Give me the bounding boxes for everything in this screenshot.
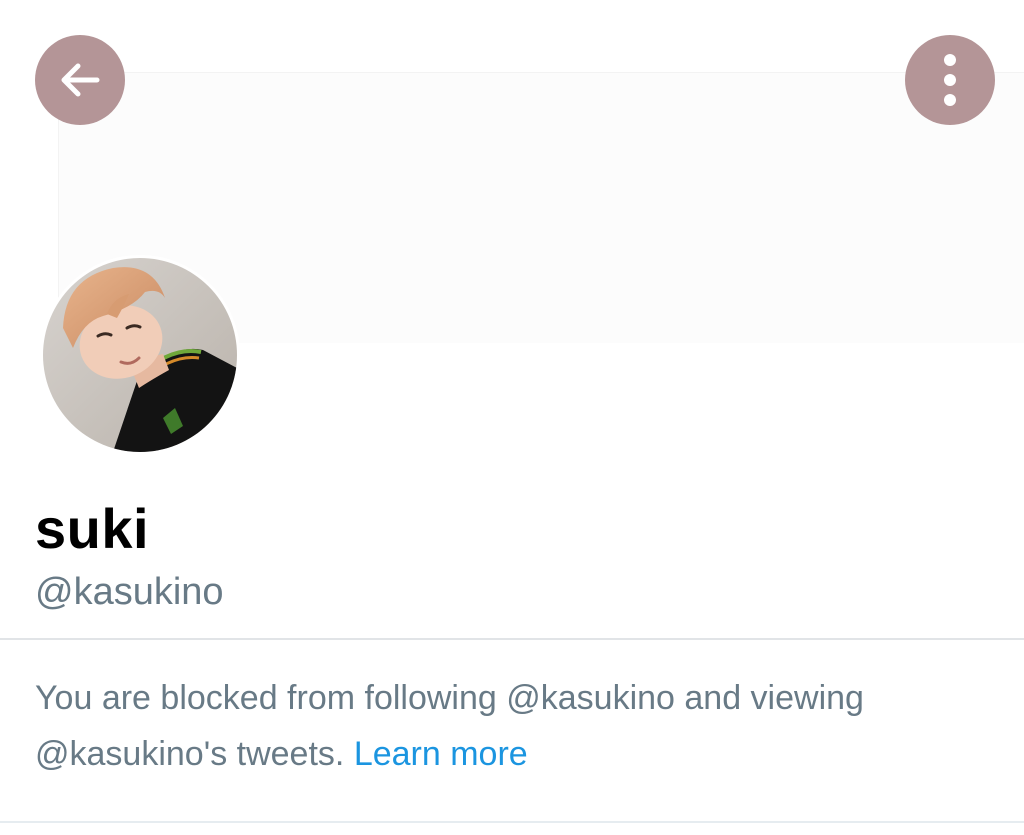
arrow-left-icon bbox=[61, 63, 100, 97]
learn-more-link[interactable]: Learn more bbox=[354, 735, 528, 773]
divider bbox=[0, 821, 1024, 823]
vertical-ellipsis-icon bbox=[944, 54, 956, 106]
back-button[interactable] bbox=[35, 35, 125, 125]
blocked-notice: You are blocked from following @kasukino… bbox=[35, 670, 995, 782]
display-name: suki bbox=[35, 497, 150, 560]
avatar-photo bbox=[43, 258, 237, 452]
divider bbox=[0, 638, 1024, 640]
profile-screen: suki @kasukino You are blocked from foll… bbox=[0, 0, 1024, 835]
avatar[interactable] bbox=[40, 255, 240, 455]
user-handle: @kasukino bbox=[35, 571, 224, 613]
more-options-button[interactable] bbox=[905, 35, 995, 125]
